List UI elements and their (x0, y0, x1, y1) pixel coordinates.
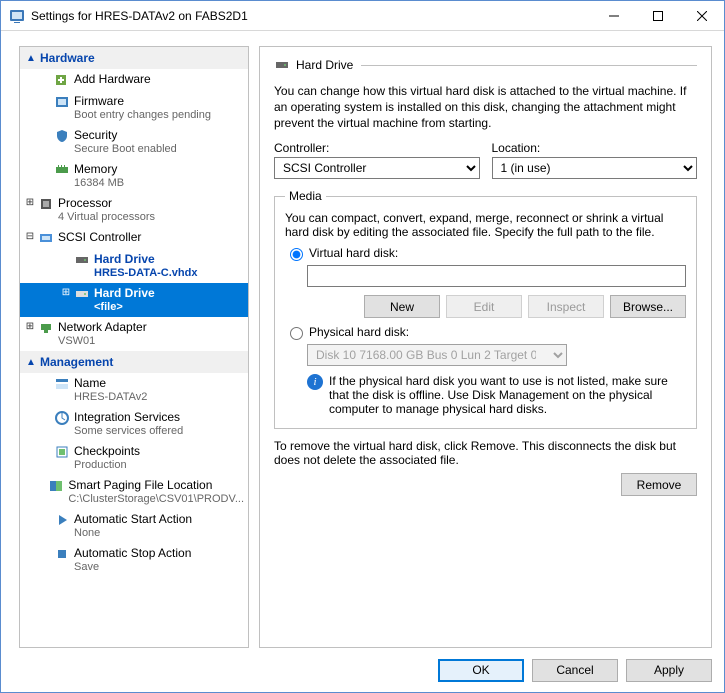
media-group: Media You can compact, convert, expand, … (274, 189, 697, 429)
tree-checkpoints[interactable]: CheckpointsProduction (20, 441, 248, 475)
expand-icon[interactable]: ⊞ (60, 287, 72, 298)
controller-label: Controller: (274, 141, 480, 155)
tree-auto-stop[interactable]: Automatic Stop ActionSave (20, 543, 248, 577)
phd-info-text: If the physical hard disk you want to us… (329, 374, 686, 416)
titlebar: Settings for HRES-DATAv2 on FABS2D1 (1, 1, 724, 31)
tree-hard-drive-1[interactable]: Hard DriveHRES-DATA-C.vhdx (20, 249, 248, 283)
section-hardware[interactable]: ▲ Hardware (20, 47, 248, 69)
tree-name[interactable]: NameHRES-DATAv2 (20, 373, 248, 407)
phd-label: Physical hard disk: (309, 325, 409, 339)
window-title: Settings for HRES-DATAv2 on FABS2D1 (31, 9, 592, 23)
integration-icon (54, 410, 70, 426)
settings-window: Settings for HRES-DATAv2 on FABS2D1 ▲ Ha… (0, 0, 725, 693)
ok-button[interactable]: OK (438, 659, 524, 682)
tree-integration-services[interactable]: Integration ServicesSome services offere… (20, 407, 248, 441)
phd-radio[interactable] (290, 327, 303, 340)
tree-add-hardware[interactable]: Add Hardware (20, 69, 248, 91)
hard-drive-icon (74, 252, 90, 268)
tree-processor[interactable]: ⊞ Processor4 Virtual processors (20, 193, 248, 227)
remove-button[interactable]: Remove (621, 473, 697, 496)
media-legend: Media (285, 189, 326, 203)
info-icon: i (307, 374, 323, 390)
new-button[interactable]: New (364, 295, 440, 318)
hard-drive-icon (74, 286, 90, 302)
vhd-radio[interactable] (290, 248, 303, 261)
settings-tree[interactable]: ▲ Hardware Add Hardware FirmwareBoot ent… (19, 46, 249, 648)
tree-smart-paging[interactable]: Smart Paging File LocationC:\ClusterStor… (20, 475, 248, 509)
add-hardware-icon (54, 72, 70, 88)
firmware-icon (54, 94, 70, 110)
cancel-button[interactable]: Cancel (532, 659, 618, 682)
tree-firmware[interactable]: FirmwareBoot entry changes pending (20, 91, 248, 125)
collapse-icon[interactable]: ⊟ (24, 231, 36, 242)
hard-drive-icon (274, 57, 290, 73)
tree-memory[interactable]: Memory16384 MB (20, 159, 248, 193)
browse-button[interactable]: Browse... (610, 295, 686, 318)
app-icon (9, 8, 25, 24)
auto-stop-icon (54, 546, 70, 562)
vhd-label: Virtual hard disk: (309, 246, 398, 260)
tree-scsi-controller[interactable]: ⊟ SCSI Controller (20, 227, 248, 249)
dialog-footer: OK Cancel Apply (1, 648, 724, 692)
phd-select: Disk 10 7168.00 GB Bus 0 Lun 2 Target 0 (307, 344, 567, 366)
auto-start-icon (54, 512, 70, 528)
chevron-up-icon: ▲ (26, 53, 36, 64)
close-button[interactable] (680, 1, 724, 31)
section-management[interactable]: ▲ Management (20, 351, 248, 373)
tree-hard-drive-2[interactable]: ⊞ Hard Drive<file> (20, 283, 248, 317)
apply-button[interactable]: Apply (626, 659, 712, 682)
minimize-button[interactable] (592, 1, 636, 31)
location-label: Location: (492, 141, 698, 155)
maximize-button[interactable] (636, 1, 680, 31)
tree-security[interactable]: SecuritySecure Boot enabled (20, 125, 248, 159)
vhd-path-input[interactable] (307, 265, 686, 287)
intro-text: You can change how this virtual hard dis… (274, 83, 697, 131)
network-icon (38, 320, 54, 336)
expand-icon[interactable]: ⊞ (24, 197, 36, 208)
location-select[interactable]: 1 (in use) (492, 157, 698, 179)
tree-auto-start[interactable]: Automatic Start ActionNone (20, 509, 248, 543)
remove-desc: To remove the virtual hard disk, click R… (274, 439, 697, 467)
name-icon (54, 376, 70, 392)
scsi-icon (38, 230, 54, 246)
checkpoints-icon (54, 444, 70, 460)
shield-icon (54, 128, 70, 144)
media-desc: You can compact, convert, expand, merge,… (285, 211, 686, 239)
memory-icon (54, 162, 70, 178)
detail-pane: Hard Drive You can change how this virtu… (259, 46, 712, 648)
processor-icon (38, 196, 54, 212)
chevron-up-icon: ▲ (26, 357, 36, 368)
edit-button: Edit (446, 295, 522, 318)
expand-icon[interactable]: ⊞ (24, 321, 36, 332)
tree-network-adapter[interactable]: ⊞ Network AdapterVSW01 (20, 317, 248, 351)
controller-select[interactable]: SCSI Controller (274, 157, 480, 179)
paging-icon (48, 478, 64, 494)
pane-heading: Hard Drive (296, 58, 353, 72)
inspect-button: Inspect (528, 295, 604, 318)
